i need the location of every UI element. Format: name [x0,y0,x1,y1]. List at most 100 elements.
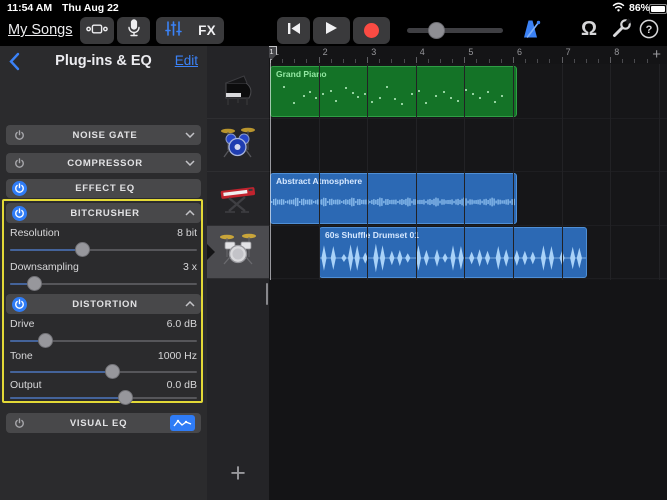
power-toggle-icon[interactable] [12,205,27,221]
power-toggle-icon[interactable] [12,156,27,171]
resolution-slider[interactable] [10,242,197,257]
lane-separator [269,171,667,172]
bar-gridline [464,64,466,280]
play-button[interactable] [313,17,350,44]
timeline-area[interactable]: 12345678 + Grand Piano Abstract Atmosphe… [269,46,667,500]
fx-controls-group: FX [156,17,224,44]
bar-gridline [561,64,563,280]
slider-knob[interactable] [104,364,120,379]
add-bars-button[interactable]: + [652,46,661,63]
bar-gridline [610,64,612,280]
edit-button[interactable]: Edit [175,53,198,68]
rewind-to-start-button[interactable] [277,17,310,44]
track-header-drums-acoustic[interactable] [207,225,269,279]
svg-text:?: ? [646,24,653,36]
microphone-button[interactable] [117,17,150,44]
param-value: 1000 Hz [157,350,197,362]
chevron-down-icon [183,160,195,166]
add-track-button[interactable]: + [207,458,269,489]
ambient-waveform [271,197,515,206]
slider-knob[interactable] [37,333,53,348]
garageband-screen: 11:54 AM Thu Aug 22 86% My Songs FX Ω ? … [0,0,667,500]
record-button[interactable] [353,17,390,44]
help-button[interactable]: ? [636,18,662,44]
bar-gridline [415,64,417,280]
lane-separator [269,117,667,119]
mixer-controls-button[interactable] [156,17,190,44]
mixer-sliders-icon [164,20,182,42]
audio-connector-icon [86,22,108,40]
slider-knob[interactable] [75,242,91,257]
midi-notes [271,67,516,116]
ruler-bar[interactable]: 5 [464,46,513,64]
status-bar: 11:54 AM Thu Aug 22 86% [0,0,667,15]
ruler-bar[interactable]: 7 [561,46,611,64]
keyboard-synth-icon [215,174,261,223]
ruler-bar[interactable]: 1 [270,46,319,64]
param-label: Tone [10,350,33,362]
bar-gridline [513,64,514,280]
plugin-row-bitcrusher[interactable]: BITCRUSHER [6,203,201,223]
rewind-to-start-icon [287,22,301,40]
param-label: Drive [10,318,35,330]
region-60s-shuffle-drumset[interactable]: 60s Shuffle Drumset 01 [319,226,587,278]
track-header-grand-piano[interactable] [207,65,269,119]
plugin-row-visual-eq[interactable]: VISUAL EQ [6,413,201,433]
loop-browser-button[interactable]: Ω [576,16,602,42]
volume-slider-knob[interactable] [427,21,445,39]
metronome-icon [521,18,543,45]
metronome-button[interactable] [519,18,545,44]
track-header-drums-electronic[interactable] [207,119,269,172]
plugin-row-effect-eq[interactable]: EFFECT EQ [6,179,201,198]
chevron-down-icon [183,132,195,138]
track-header-keyboard[interactable] [207,172,269,226]
region-grand-piano[interactable]: Grand Piano [270,65,517,117]
ruler-bar[interactable]: 6 [513,46,562,64]
param-row: Tone 1000 Hz [10,350,197,363]
ruler-bar[interactable]: 2 [318,46,368,64]
timeline-lanes: Grand Piano Abstract Atmosphere 60s Shuf… [269,64,667,280]
plugin-name: BITCRUSHER [70,207,140,219]
plugin-name: EFFECT EQ [75,183,135,194]
power-toggle-icon[interactable] [12,296,27,312]
visual-eq-curve-button[interactable] [170,415,195,431]
plugin-row-noise-gate[interactable]: NOISE GATE [6,125,201,145]
my-songs-button[interactable]: My Songs [8,22,72,38]
playhead-line[interactable] [269,59,271,280]
master-volume-slider[interactable] [407,21,503,39]
bar-gridline [658,64,660,280]
track-header-column: + [207,46,269,500]
track-scroll-indicator [265,283,268,305]
downsampling-slider[interactable] [10,276,197,291]
power-toggle-icon[interactable] [12,181,27,196]
tone-slider[interactable] [10,364,197,379]
drive-slider[interactable] [10,333,197,348]
power-toggle-icon[interactable] [12,416,27,431]
slider-knob[interactable] [118,390,134,405]
plugin-row-distortion[interactable]: DISTORTION [6,294,201,314]
chevron-up-icon [183,210,195,216]
drum-waveform [320,243,586,272]
param-label: Downsampling [10,261,79,273]
region-abstract-atmosphere[interactable]: Abstract Atmosphere [270,172,517,224]
plugin-row-compressor[interactable]: COMPRESSOR [6,153,201,173]
drum-kit-acoustic-icon [216,227,260,276]
fx-button[interactable]: FX [190,17,224,44]
loop-browser-icon: Ω [580,17,598,40]
bar-gridline [318,64,320,280]
grand-piano-icon [216,67,260,116]
param-value: 6.0 dB [166,318,197,330]
lane-separator [269,224,667,226]
param-row: Resolution 8 bit [10,227,197,240]
timeline-ruler[interactable]: 12345678 [269,46,667,64]
output-slider[interactable] [10,390,197,405]
ruler-bar[interactable]: 4 [415,46,465,64]
ruler-bar[interactable]: 3 [367,46,416,64]
param-value: 3 x [182,261,197,273]
power-toggle-icon[interactable] [12,128,27,143]
track-controls-button[interactable] [80,17,114,44]
param-row: Downsampling 3 x [10,261,197,274]
plugin-name: VISUAL EQ [69,417,128,429]
settings-button[interactable] [608,18,634,44]
slider-knob[interactable] [27,276,43,291]
